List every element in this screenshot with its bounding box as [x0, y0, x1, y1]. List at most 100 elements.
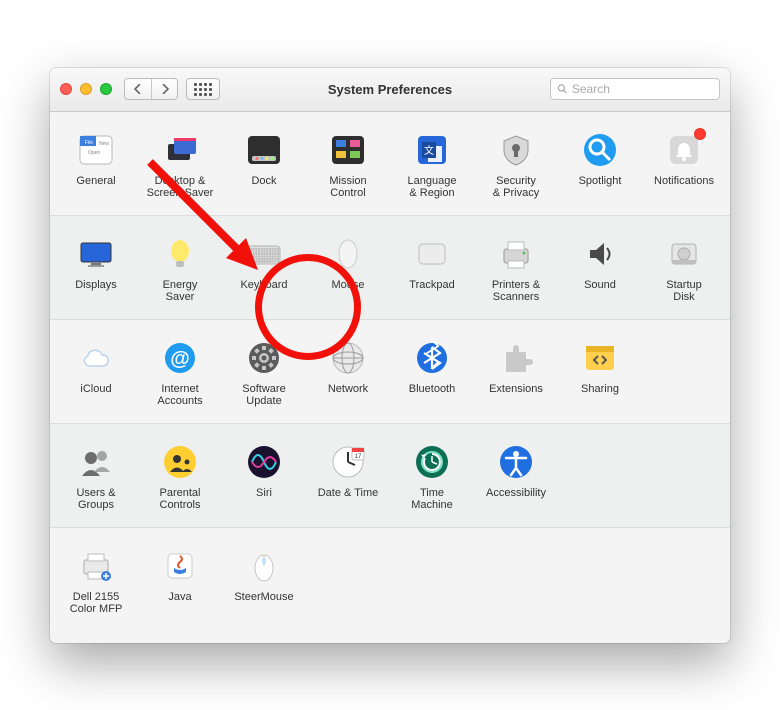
printers-prefpane[interactable]: Printers & Scanners [474, 230, 558, 309]
mouse-prefpane[interactable]: Mouse [306, 230, 390, 309]
desktop-label: Desktop & Screen Saver [147, 175, 214, 201]
mission-label: Mission Control [329, 175, 366, 201]
desktop-prefpane[interactable]: Desktop & Screen Saver [138, 126, 222, 205]
svg-text:@: @ [170, 348, 190, 370]
accessibility-prefpane[interactable]: Accessibility [474, 438, 558, 517]
network-prefpane[interactable]: Network [306, 334, 390, 413]
bluetooth-prefpane[interactable]: Bluetooth [390, 334, 474, 413]
mission-icon [328, 130, 368, 170]
displays-label: Displays [75, 279, 117, 305]
software-prefpane[interactable]: Software Update [222, 334, 306, 413]
svg-text:New: New [99, 141, 109, 147]
keyboard-label: Keyboard [240, 279, 287, 305]
java-icon [160, 546, 200, 586]
sharing-label: Sharing [581, 383, 619, 409]
datetime-icon: 17 [328, 442, 368, 482]
datetime-label: Date & Time [318, 487, 379, 513]
language-label: Language & Region [408, 175, 457, 201]
sound-icon [580, 234, 620, 274]
spotlight-prefpane[interactable]: Spotlight [558, 126, 642, 205]
datetime-prefpane[interactable]: 17 Date & Time [306, 438, 390, 517]
sharing-icon [580, 338, 620, 378]
desktop-icon [160, 130, 200, 170]
general-icon: File New Open [76, 130, 116, 170]
accessibility-icon [496, 442, 536, 482]
icloud-prefpane[interactable]: iCloud [54, 334, 138, 413]
show-all-button[interactable] [186, 78, 220, 100]
icloud-icon [76, 338, 116, 378]
system-preferences-window: System Preferences File New Open General… [50, 68, 730, 643]
dock-prefpane[interactable]: Dock [222, 126, 306, 205]
displays-prefpane[interactable]: Displays [54, 230, 138, 309]
network-icon [328, 338, 368, 378]
startup-prefpane[interactable]: Startup Disk [642, 230, 726, 309]
software-icon [244, 338, 284, 378]
mission-prefpane[interactable]: Mission Control [306, 126, 390, 205]
dell-icon [76, 546, 116, 586]
dell-prefpane[interactable]: Dell 2155 Color MFP [54, 542, 138, 621]
timemachine-prefpane[interactable]: Time Machine [390, 438, 474, 517]
spotlight-label: Spotlight [579, 175, 622, 201]
general-prefpane[interactable]: File New Open General [54, 126, 138, 205]
energy-prefpane[interactable]: Energy Saver [138, 230, 222, 309]
search-input[interactable] [572, 82, 713, 96]
java-label: Java [168, 591, 191, 617]
siri-prefpane[interactable]: Siri [222, 438, 306, 517]
network-label: Network [328, 383, 368, 409]
forward-button[interactable] [151, 79, 177, 99]
trackpad-label: Trackpad [409, 279, 454, 305]
window-controls [60, 83, 112, 95]
steermouse-label: SteerMouse [234, 591, 293, 617]
parental-label: Parental Controls [160, 487, 201, 513]
nav-buttons [124, 78, 178, 100]
steermouse-prefpane[interactable]: SteerMouse [222, 542, 306, 621]
parental-prefpane[interactable]: Parental Controls [138, 438, 222, 517]
language-icon: 文 [412, 130, 452, 170]
sharing-prefpane[interactable]: Sharing [558, 334, 642, 413]
users-icon [76, 442, 116, 482]
dock-icon [244, 130, 284, 170]
close-button[interactable] [60, 83, 72, 95]
back-button[interactable] [125, 79, 151, 99]
parental-icon [160, 442, 200, 482]
sound-prefpane[interactable]: Sound [558, 230, 642, 309]
extensions-label: Extensions [489, 383, 543, 409]
internet-icon: @ [160, 338, 200, 378]
pref-row: Dell 2155 Color MFP Java SteerMouse [50, 528, 730, 643]
security-prefpane[interactable]: Security & Privacy [474, 126, 558, 205]
spotlight-icon [580, 130, 620, 170]
dell-label: Dell 2155 Color MFP [70, 591, 123, 617]
users-prefpane[interactable]: Users & Groups [54, 438, 138, 517]
minimize-button[interactable] [80, 83, 92, 95]
svg-text:Open: Open [88, 150, 100, 156]
search-icon [557, 83, 568, 95]
printers-icon [496, 234, 536, 274]
language-prefpane[interactable]: 文 Language & Region [390, 126, 474, 205]
mouse-icon [328, 234, 368, 274]
zoom-button[interactable] [100, 83, 112, 95]
toolbar: System Preferences [50, 68, 730, 112]
startup-icon [664, 234, 704, 274]
security-icon [496, 130, 536, 170]
trackpad-prefpane[interactable]: Trackpad [390, 230, 474, 309]
timemachine-label: Time Machine [411, 487, 453, 513]
search-field[interactable] [550, 78, 720, 100]
general-label: General [76, 175, 115, 201]
notifications-prefpane[interactable]: Notifications [642, 126, 726, 205]
extensions-prefpane[interactable]: Extensions [474, 334, 558, 413]
internet-prefpane[interactable]: @ Internet Accounts [138, 334, 222, 413]
icloud-label: iCloud [80, 383, 111, 409]
pref-row: Users & Groups Parental Controls Siri 17… [50, 424, 730, 528]
java-prefpane[interactable]: Java [138, 542, 222, 621]
notifications-label: Notifications [654, 175, 714, 201]
pref-row: iCloud @ Internet Accounts Software Upda… [50, 320, 730, 424]
startup-label: Startup Disk [666, 279, 701, 305]
software-label: Software Update [242, 383, 285, 409]
keyboard-prefpane[interactable]: Keyboard [222, 230, 306, 309]
displays-icon [76, 234, 116, 274]
bluetooth-icon [412, 338, 452, 378]
mouse-label: Mouse [331, 279, 364, 305]
energy-label: Energy Saver [163, 279, 198, 305]
bluetooth-label: Bluetooth [409, 383, 455, 409]
printers-label: Printers & Scanners [492, 279, 540, 305]
